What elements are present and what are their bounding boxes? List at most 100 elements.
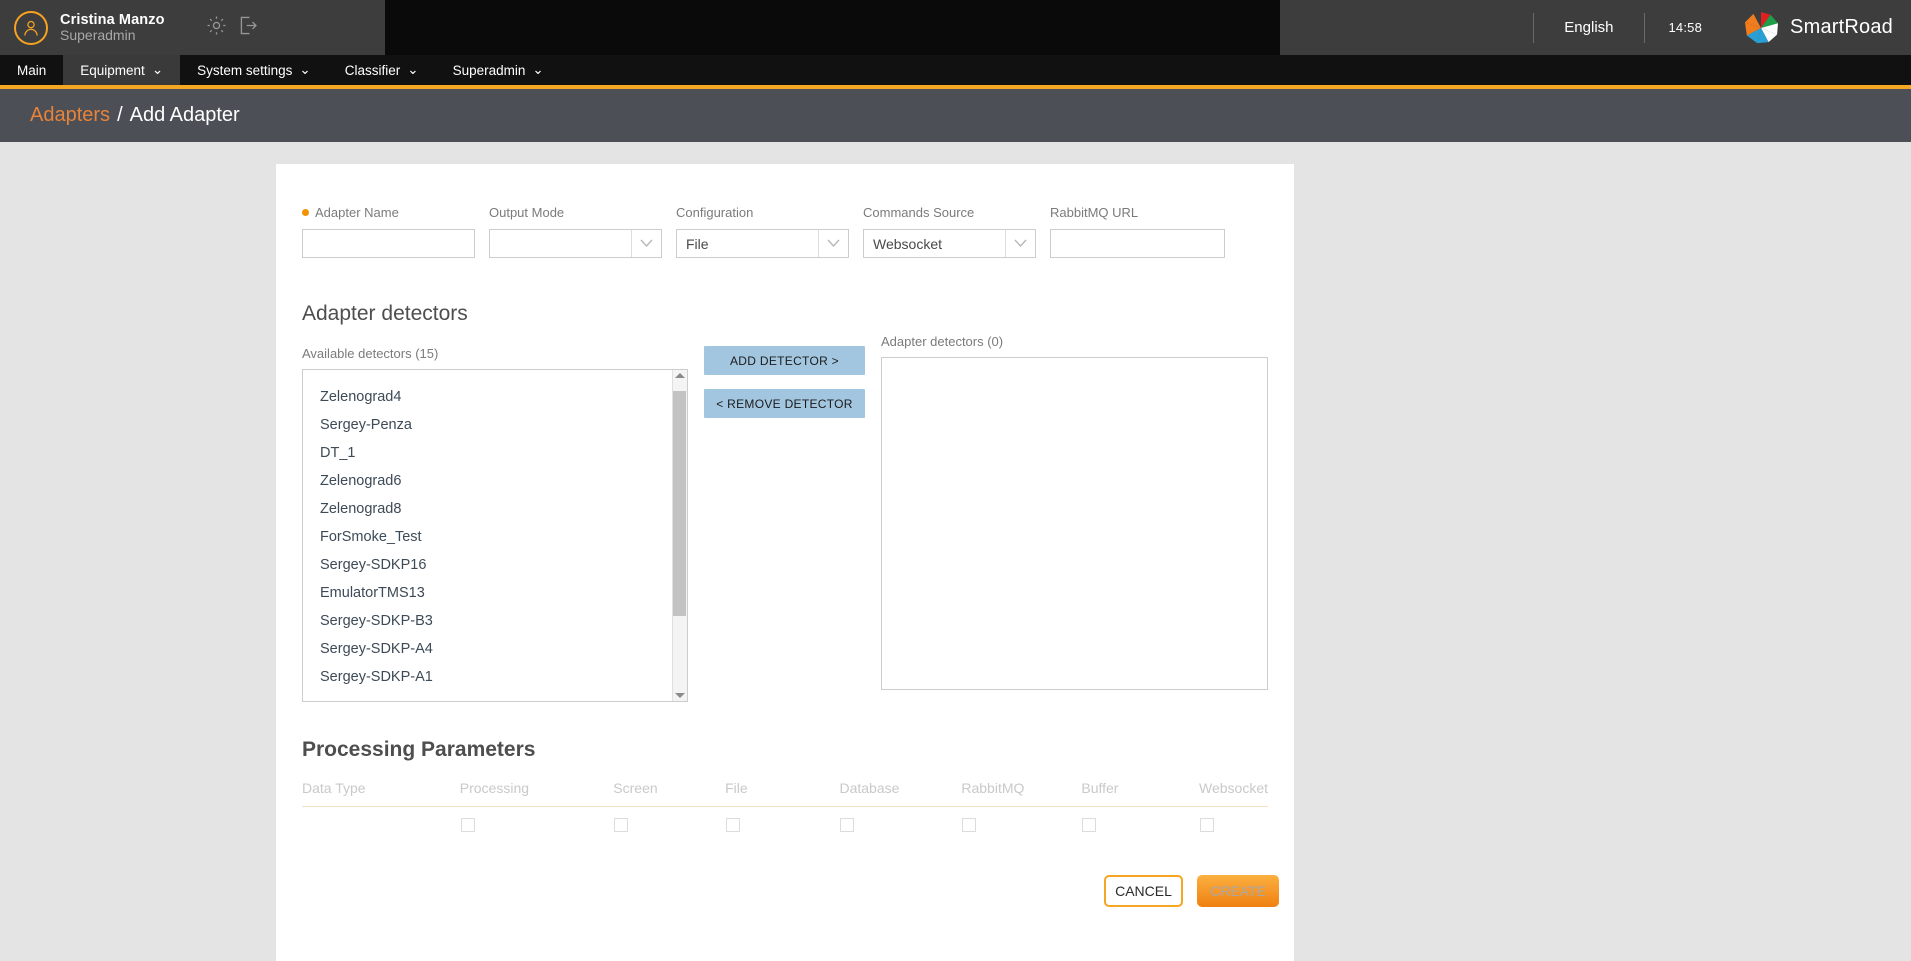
breadcrumb: Adapters / Add Adapter bbox=[0, 89, 1911, 142]
available-detectors-label: Available detectors (15) bbox=[302, 346, 439, 361]
scrollbar[interactable] bbox=[672, 370, 687, 701]
nav-item-equipment[interactable]: Equipment ⌄ bbox=[63, 55, 181, 85]
label-text: RabbitMQ URL bbox=[1050, 204, 1139, 220]
configuration-label: Configuration bbox=[676, 204, 849, 220]
nav-item-system-settings[interactable]: System settings ⌄ bbox=[180, 55, 328, 85]
main-navigation: Main Equipment ⌄ System settings ⌄ Class… bbox=[0, 55, 1911, 89]
list-item[interactable]: Zelenograd6 bbox=[303, 467, 672, 495]
nav-item-superadmin[interactable]: Superadmin ⌄ bbox=[436, 55, 561, 85]
selected-detectors-column: Adapter detectors (0) bbox=[881, 334, 1268, 702]
breadcrumb-separator: / bbox=[117, 104, 123, 126]
remove-detector-button[interactable]: < REMOVE DETECTOR bbox=[704, 389, 865, 418]
output-mode-select[interactable] bbox=[489, 229, 662, 258]
cancel-button[interactable]: CANCEL bbox=[1104, 875, 1183, 907]
scroll-up-arrow-icon[interactable] bbox=[675, 373, 685, 378]
list-item[interactable]: Zelenograd8 bbox=[303, 495, 672, 523]
checkbox-processing[interactable] bbox=[460, 818, 475, 832]
column-header-buffer: Buffer bbox=[1081, 780, 1199, 807]
rabbitmq-url-input[interactable] bbox=[1050, 229, 1225, 258]
list-item[interactable]: Zelenograd4 bbox=[303, 383, 672, 411]
cell-screen bbox=[613, 807, 725, 839]
label-text: Output Mode bbox=[489, 204, 565, 220]
form-actions: CANCEL CREATE bbox=[1104, 875, 1279, 907]
create-button[interactable]: CREATE bbox=[1197, 875, 1279, 907]
selected-detectors-label: Adapter detectors (0) bbox=[881, 334, 1004, 349]
cell-database bbox=[839, 807, 961, 839]
user-role: Superadmin bbox=[60, 26, 136, 43]
user-name: Cristina Manzo bbox=[60, 11, 165, 28]
cell-rabbitmq bbox=[961, 807, 1081, 839]
selected-detectors-list[interactable] bbox=[881, 357, 1268, 690]
column-header-screen: Screen bbox=[613, 780, 726, 807]
scroll-down-arrow-icon[interactable] bbox=[675, 693, 685, 698]
nav-item-main[interactable]: Main bbox=[0, 55, 63, 85]
table-row bbox=[302, 807, 1268, 839]
column-header-data-type: Data Type bbox=[302, 780, 460, 807]
available-detectors-scroll-area: Zelenograd4 Sergey-Penza DT_1 Zelenograd… bbox=[303, 370, 672, 701]
cell-file bbox=[725, 807, 839, 839]
label-text: Commands Source bbox=[863, 204, 975, 220]
nav-item-label: Equipment bbox=[80, 62, 145, 78]
configuration-select[interactable]: File bbox=[676, 229, 849, 258]
chevron-down-icon: ⌄ bbox=[151, 62, 164, 77]
checkbox-screen[interactable] bbox=[614, 818, 629, 832]
scrollbar-thumb[interactable] bbox=[673, 391, 686, 616]
checkbox-websocket[interactable] bbox=[1200, 818, 1214, 832]
user-block: Cristina Manzo Superadmin bbox=[0, 0, 385, 55]
adapter-name-input[interactable] bbox=[302, 229, 475, 258]
cell-buffer bbox=[1081, 807, 1199, 839]
commands-source-select[interactable]: Websocket bbox=[863, 229, 1036, 258]
output-mode-label: Output Mode bbox=[489, 204, 662, 220]
smartroad-logo-icon bbox=[1744, 11, 1779, 43]
nav-item-classifier[interactable]: Classifier ⌄ bbox=[328, 55, 436, 85]
breadcrumb-parent-link[interactable]: Adapters bbox=[30, 104, 110, 127]
checkbox-buffer[interactable] bbox=[1082, 818, 1097, 832]
cell-processing bbox=[460, 807, 614, 839]
cell-data-type bbox=[302, 807, 460, 839]
gear-icon[interactable] bbox=[205, 14, 228, 42]
processing-parameters-heading: Processing Parameters bbox=[302, 738, 536, 761]
label-text: Adapter Name bbox=[315, 204, 399, 220]
list-item[interactable]: Sergey-SDKP-A4 bbox=[303, 635, 672, 663]
field-configuration: Configuration File bbox=[676, 204, 849, 258]
list-item[interactable]: Sergey-SDKP16 bbox=[303, 551, 672, 579]
page-title: Add Adapter bbox=[129, 104, 240, 126]
field-output-mode: Output Mode bbox=[489, 204, 662, 258]
chevron-down-icon: ⌄ bbox=[532, 62, 544, 77]
top-bar-spacer bbox=[385, 0, 1280, 55]
nav-item-label: System settings bbox=[197, 62, 293, 78]
clock: 14:58 bbox=[1668, 20, 1703, 35]
list-item[interactable]: ForSmoke_Test bbox=[303, 523, 672, 551]
list-item[interactable]: Sergey-SDKP-A1 bbox=[303, 663, 672, 691]
transfer-buttons: ADD DETECTOR > < REMOVE DETECTOR bbox=[688, 334, 881, 702]
available-detectors-list[interactable]: Zelenograd4 Sergey-Penza DT_1 Zelenograd… bbox=[302, 369, 688, 702]
column-header-processing: Processing bbox=[459, 780, 614, 807]
list-item[interactable]: EmulatorTMS13 bbox=[303, 579, 672, 607]
adapter-detectors-heading: Adapter detectors bbox=[302, 302, 468, 325]
logout-icon[interactable] bbox=[237, 14, 260, 42]
rabbitmq-url-label: RabbitMQ URL bbox=[1050, 204, 1225, 220]
top-bar-right: English 14:58 SmartRoad bbox=[1280, 0, 1911, 55]
detector-transfer: Available detectors (15) Zelenograd4 Ser… bbox=[302, 334, 1268, 702]
adapter-name-label: Adapter Name bbox=[302, 204, 475, 220]
commands-source-value: Websocket bbox=[873, 235, 942, 252]
cell-websocket bbox=[1199, 807, 1268, 839]
checkbox-database[interactable] bbox=[840, 818, 855, 832]
checkbox-file[interactable] bbox=[726, 818, 741, 832]
column-header-file: File bbox=[725, 780, 840, 807]
brand: SmartRoad bbox=[1726, 11, 1893, 45]
adapter-fields-row: Adapter Name Output Mode Configuration F… bbox=[302, 204, 1268, 258]
required-dot-icon bbox=[302, 208, 309, 216]
processing-parameters-table: Data Type Processing Screen File Databas… bbox=[302, 780, 1268, 838]
checkbox-rabbitmq[interactable] bbox=[962, 818, 977, 832]
chevron-down-icon bbox=[631, 230, 661, 257]
add-adapter-form-card: Adapter Name Output Mode Configuration F… bbox=[276, 164, 1294, 961]
table-header-row: Data Type Processing Screen File Databas… bbox=[302, 780, 1268, 807]
list-item[interactable]: DT_1 bbox=[303, 439, 672, 467]
column-header-database: Database bbox=[839, 780, 962, 807]
add-detector-button[interactable]: ADD DETECTOR > bbox=[704, 346, 865, 375]
list-item[interactable]: Sergey-Penza bbox=[303, 411, 672, 439]
language-selector[interactable]: English bbox=[1534, 19, 1643, 36]
top-bar: Cristina Manzo Superadmin English 14:58 bbox=[0, 0, 1911, 55]
list-item[interactable]: Sergey-SDKP-B3 bbox=[303, 607, 672, 635]
